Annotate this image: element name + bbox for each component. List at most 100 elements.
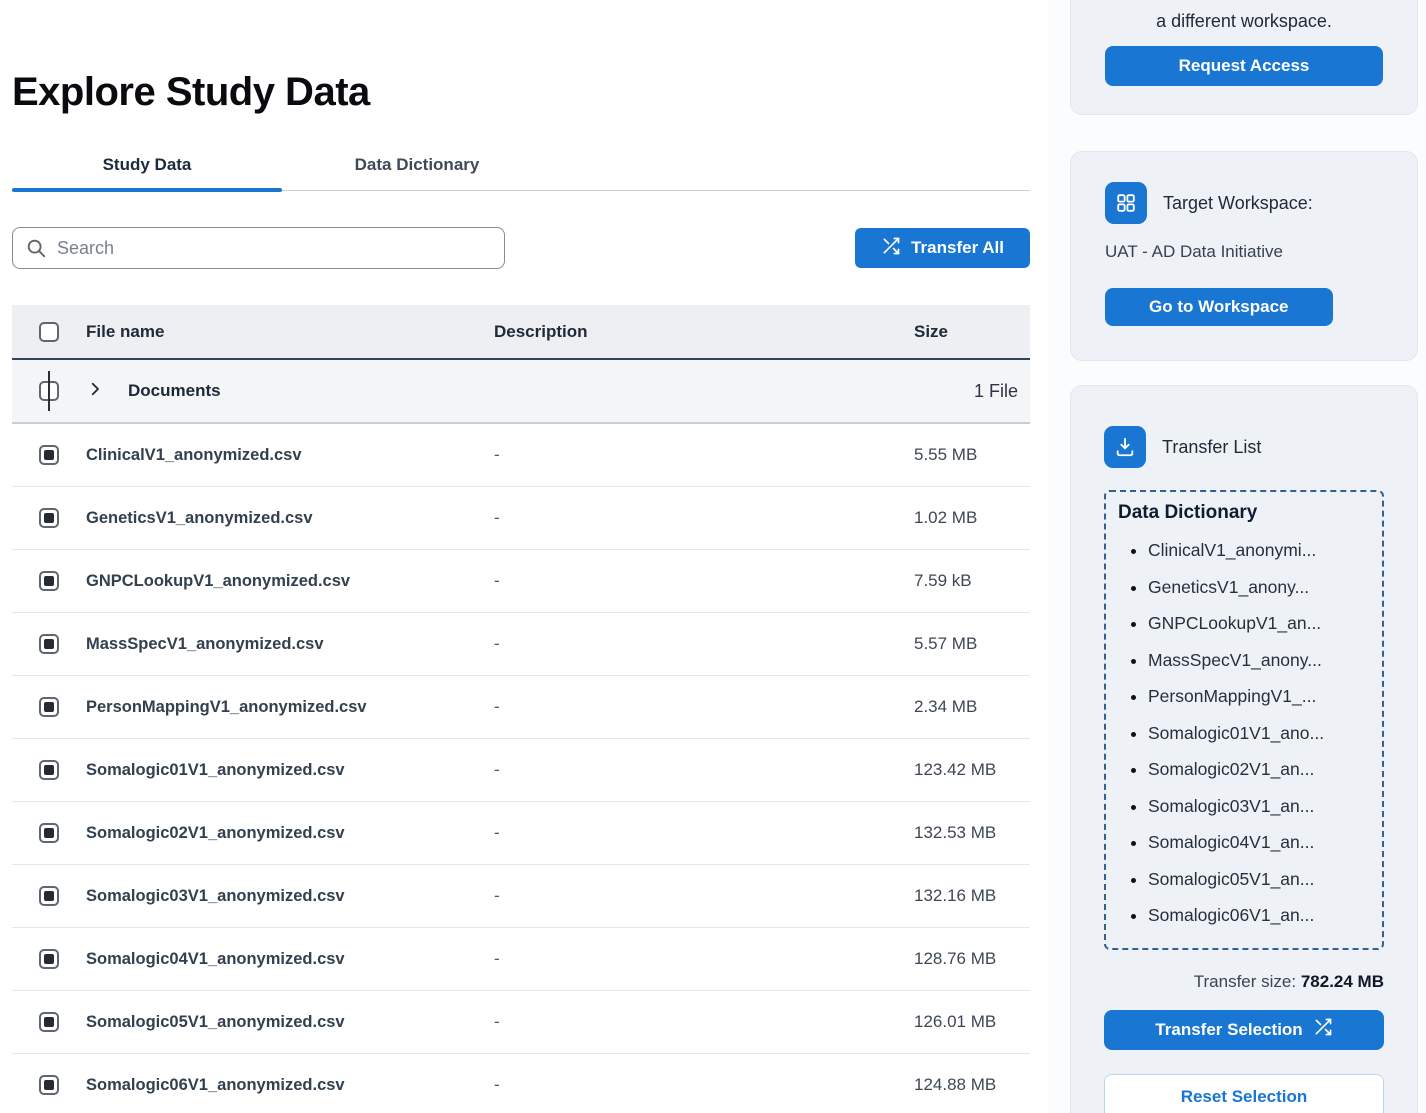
transfer-list-item: PersonMappingV1_...: [1148, 678, 1374, 715]
search-box: [12, 227, 505, 269]
row-checkbox[interactable]: [39, 1012, 59, 1032]
column-header-size: Size: [906, 322, 1030, 342]
reset-selection-button[interactable]: Reset Selection: [1104, 1074, 1384, 1113]
transfer-list-item: GeneticsV1_anony...: [1148, 569, 1374, 606]
table-row[interactable]: Somalogic04V1_anonymized.csv - 128.76 MB: [12, 928, 1030, 991]
row-checkbox[interactable]: [39, 697, 59, 717]
go-to-workspace-button[interactable]: Go to Workspace: [1105, 288, 1333, 326]
table-row[interactable]: Somalogic01V1_anonymized.csv - 123.42 MB: [12, 739, 1030, 802]
transfer-list-item: MassSpecV1_anony...: [1148, 642, 1374, 679]
file-name: GNPCLookupV1_anonymized.csv: [86, 572, 494, 591]
target-workspace-card: Target Workspace: UAT - AD Data Initiati…: [1070, 151, 1418, 361]
row-checkbox[interactable]: [39, 445, 59, 465]
documents-label: Documents: [128, 381, 221, 401]
file-name: ClinicalV1_anonymized.csv: [86, 446, 494, 465]
search-input[interactable]: [12, 227, 505, 269]
transfer-selection-label: Transfer Selection: [1155, 1020, 1302, 1040]
workspace-note: a different workspace.: [1105, 11, 1383, 32]
request-access-button[interactable]: Request Access: [1105, 46, 1383, 86]
workspace-grid-icon: [1105, 182, 1147, 224]
file-size: 5.55 MB: [906, 445, 1030, 465]
workspace-name: UAT - AD Data Initiative: [1105, 242, 1383, 262]
file-name: MassSpecV1_anonymized.csv: [86, 635, 494, 654]
download-icon: [1104, 426, 1146, 468]
transfer-selection-button[interactable]: Transfer Selection: [1104, 1010, 1384, 1050]
request-access-card: a different workspace. Request Access: [1070, 0, 1418, 115]
file-name: Somalogic06V1_anonymized.csv: [86, 1076, 494, 1095]
file-description: -: [494, 445, 906, 465]
file-size: 5.57 MB: [906, 634, 1030, 654]
target-workspace-label: Target Workspace:: [1163, 193, 1313, 214]
shuffle-icon: [1313, 1017, 1333, 1042]
documents-size: 1 File: [906, 381, 1030, 402]
tab-study-data[interactable]: Study Data: [12, 143, 282, 190]
transfer-size-value: 782.24 MB: [1301, 972, 1384, 991]
sidebar: a different workspace. Request Access Ta…: [1048, 0, 1426, 1113]
table-row[interactable]: GeneticsV1_anonymized.csv - 1.02 MB: [12, 487, 1030, 550]
file-description: -: [494, 508, 906, 528]
file-size: 2.34 MB: [906, 697, 1030, 717]
transfer-list-item: Somalogic04V1_an...: [1148, 824, 1374, 861]
app-root: Explore Study Data Study Data Data Dicti…: [0, 0, 1426, 1113]
table-body: ClinicalV1_anonymized.csv - 5.55 MB Gene…: [12, 424, 1030, 1113]
table-row[interactable]: PersonMappingV1_anonymized.csv - 2.34 MB: [12, 676, 1030, 739]
file-size: 1.02 MB: [906, 508, 1030, 528]
file-description: -: [494, 634, 906, 654]
column-header-description: Description: [494, 322, 906, 342]
transfer-list-item: ClinicalV1_anonymi...: [1148, 532, 1374, 569]
file-description: -: [494, 886, 906, 906]
transfer-all-label: Transfer All: [911, 238, 1004, 258]
row-checkbox[interactable]: [39, 823, 59, 843]
transfer-list-item: Somalogic06V1_an...: [1148, 897, 1374, 934]
file-description: -: [494, 1075, 906, 1095]
row-checkbox[interactable]: [39, 886, 59, 906]
main-content: Explore Study Data Study Data Data Dicti…: [0, 0, 1048, 1113]
table-row[interactable]: MassSpecV1_anonymized.csv - 5.57 MB: [12, 613, 1030, 676]
transfer-list-item: Somalogic05V1_an...: [1148, 861, 1374, 898]
row-checkbox[interactable]: [39, 634, 59, 654]
file-description: -: [494, 760, 906, 780]
transfer-list-card: Transfer List Data Dictionary ClinicalV1…: [1070, 385, 1418, 1113]
file-name: Somalogic04V1_anonymized.csv: [86, 950, 494, 969]
file-size: 123.42 MB: [906, 760, 1030, 780]
file-size: 132.53 MB: [906, 823, 1030, 843]
documents-group-row[interactable]: Documents 1 File: [12, 360, 1030, 424]
tab-data-dictionary-label: Data Dictionary: [355, 155, 480, 174]
row-checkbox[interactable]: [39, 949, 59, 969]
table-row[interactable]: GNPCLookupV1_anonymized.csv - 7.59 kB: [12, 550, 1030, 613]
table-row[interactable]: Somalogic05V1_anonymized.csv - 126.01 MB: [12, 991, 1030, 1054]
transfer-size: Transfer size: 782.24 MB: [1104, 972, 1384, 992]
table-header: File name Description Size: [12, 305, 1030, 360]
file-name: Somalogic03V1_anonymized.csv: [86, 887, 494, 906]
row-checkbox[interactable]: [39, 571, 59, 591]
file-description: -: [494, 1012, 906, 1032]
file-name: PersonMappingV1_anonymized.csv: [86, 698, 494, 717]
tab-data-dictionary[interactable]: Data Dictionary: [282, 143, 552, 190]
file-description: -: [494, 571, 906, 591]
table-row[interactable]: Somalogic02V1_anonymized.csv - 132.53 MB: [12, 802, 1030, 865]
tab-bar: Study Data Data Dictionary: [12, 143, 1030, 191]
file-size: 7.59 kB: [906, 571, 1030, 591]
file-name: GeneticsV1_anonymized.csv: [86, 509, 494, 528]
toolbar: Transfer All: [12, 227, 1030, 269]
file-description: -: [494, 949, 906, 969]
select-all-checkbox[interactable]: [39, 322, 59, 342]
column-header-file-name: File name: [86, 322, 494, 342]
file-size: 126.01 MB: [906, 1012, 1030, 1032]
file-name: Somalogic01V1_anonymized.csv: [86, 761, 494, 780]
transfer-all-button[interactable]: Transfer All: [855, 228, 1030, 268]
table-row[interactable]: Somalogic06V1_anonymized.csv - 124.88 MB: [12, 1054, 1030, 1113]
transfer-list-title: Transfer List: [1162, 437, 1261, 458]
table-row[interactable]: Somalogic03V1_anonymized.csv - 132.16 MB: [12, 865, 1030, 928]
file-name: Somalogic05V1_anonymized.csv: [86, 1013, 494, 1032]
transfer-list-items: ClinicalV1_anonymi...GeneticsV1_anony...…: [1118, 532, 1374, 934]
row-checkbox[interactable]: [39, 760, 59, 780]
chevron-right-icon[interactable]: [86, 380, 104, 403]
table-row[interactable]: ClinicalV1_anonymized.csv - 5.55 MB: [12, 424, 1030, 487]
file-name: Somalogic02V1_anonymized.csv: [86, 824, 494, 843]
transfer-list-item: GNPCLookupV1_an...: [1148, 605, 1374, 642]
transfer-list-item: Somalogic01V1_ano...: [1148, 715, 1374, 752]
text-caret: [48, 371, 50, 411]
row-checkbox[interactable]: [39, 508, 59, 528]
row-checkbox[interactable]: [39, 1075, 59, 1095]
